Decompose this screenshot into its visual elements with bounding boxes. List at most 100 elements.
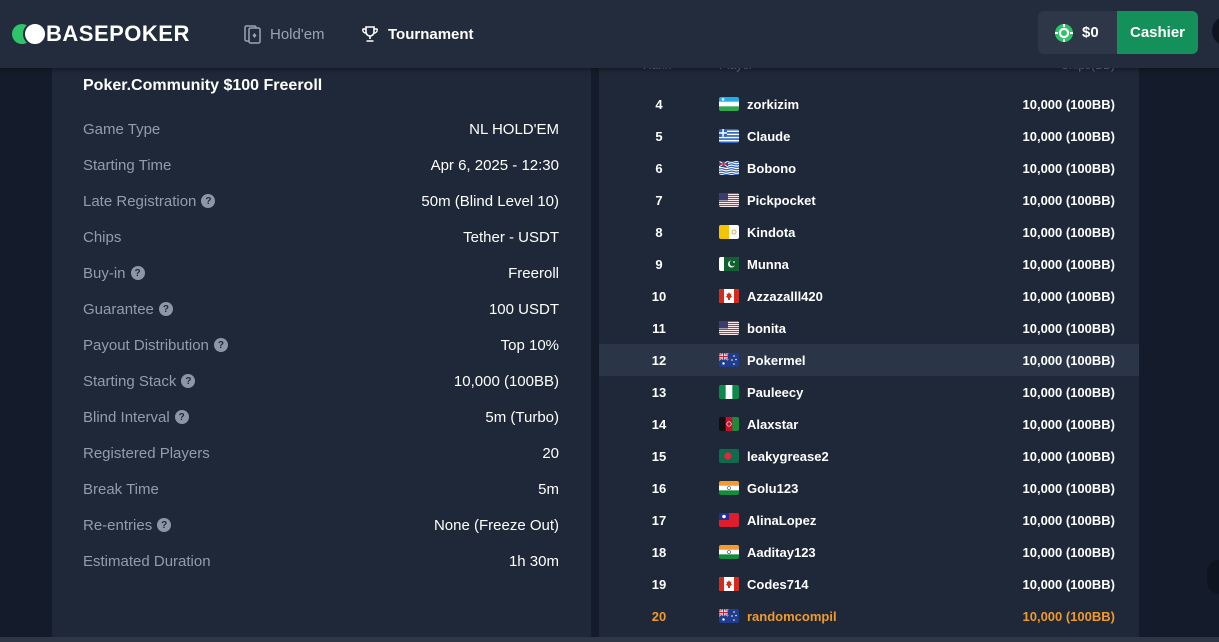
player-name: Codes714 — [747, 576, 809, 592]
player-row[interactable]: 19 Codes714 10,000 (100BB) — [599, 568, 1139, 600]
detail-row: Starting Stack? 10,000 (100BB) — [83, 369, 559, 393]
help-icon[interactable]: ? — [181, 374, 196, 388]
player-row[interactable]: 5 Claude 10,000 (100BB) — [599, 120, 1139, 152]
player-name: Munna — [747, 256, 789, 272]
top-navbar: BASEPOKER Hold'em Tournament $0 Cashier — [0, 0, 1219, 68]
player-chips: 10,000 (100BB) — [1022, 192, 1116, 208]
cashier-button[interactable]: Cashier — [1117, 11, 1198, 54]
logo-mark-icon — [12, 22, 47, 46]
player-name: Alaxstar — [747, 416, 799, 432]
detail-value: 5m — [538, 480, 559, 498]
player-chips: 10,000 (100BB) — [1022, 544, 1116, 560]
player-row[interactable]: 7 Pickpocket 10,000 (100BB) — [599, 184, 1139, 216]
player-row[interactable]: 9 Munna 10,000 (100BB) — [599, 248, 1139, 280]
player-row[interactable]: 13 Pauleecy 10,000 (100BB) — [599, 376, 1139, 408]
detail-row: Chips Tether - USDT — [83, 225, 559, 249]
help-icon[interactable]: ? — [130, 266, 145, 280]
basepoker-logo[interactable]: BASEPOKER — [12, 21, 190, 46]
player-row[interactable]: 18 Aaditay123 10,000 (100BB) — [599, 536, 1139, 568]
wallet-balance[interactable]: $0 — [1038, 11, 1118, 54]
player-name: bonita — [747, 320, 786, 336]
player-name: leakygrease2 — [747, 448, 829, 464]
detail-value: 50m (Blind Level 10) — [421, 192, 559, 210]
detail-row: Payout Distribution? Top 10% — [83, 333, 559, 357]
player-rank: 11 — [652, 320, 666, 336]
help-icon[interactable]: ? — [174, 410, 189, 424]
nav-tournament[interactable]: Tournament — [360, 22, 474, 46]
player-row[interactable]: 17 AlinaLopez 10,000 (100BB) — [599, 504, 1139, 536]
detail-label: Buy-in — [83, 264, 126, 282]
player-row[interactable]: 10 Azzazalll420 10,000 (100BB) — [599, 280, 1139, 312]
detail-label: Re-entries — [83, 516, 153, 534]
player-chips: 10,000 (100BB) — [1022, 224, 1116, 240]
help-icon[interactable]: ? — [201, 194, 216, 208]
player-chips: 10,000 (100BB) — [1022, 352, 1116, 368]
player-chips: 10,000 (100BB) — [1022, 160, 1116, 176]
player-row[interactable]: 16 Golu123 10,000 (100BB) — [599, 472, 1139, 504]
player-name: Kindota — [747, 224, 796, 240]
player-name: Bobono — [747, 160, 797, 176]
player-chips: 10,000 (100BB) — [1022, 576, 1116, 592]
player-row[interactable]: 6 Bobono 10,000 (100BB) — [599, 152, 1139, 184]
detail-value: Freeroll — [508, 264, 559, 282]
poker-chip-icon — [1055, 23, 1073, 42]
player-row[interactable]: 4 zorkizim 10,000 (100BB) — [599, 88, 1139, 120]
tournament-details-panel: Poker.Community $100 Freeroll Game Type N… — [52, 50, 591, 642]
detail-value: NL HOLD'EM — [469, 120, 559, 138]
player-rank: 19 — [651, 576, 667, 592]
player-chips: 10,000 (100BB) — [1022, 320, 1116, 336]
detail-label: Chips — [83, 228, 122, 246]
player-name: Golu123 — [747, 480, 799, 496]
detail-row: Blind Interval? 5m (Turbo) — [83, 405, 559, 429]
detail-value: 100 USDT — [488, 300, 559, 318]
detail-row: Game Type NL HOLD'EM — [83, 117, 559, 141]
player-row[interactable]: 15 leakygrease2 10,000 (100BB) — [599, 440, 1139, 472]
avatar[interactable] — [1212, 16, 1219, 46]
vatican-flag-icon — [719, 225, 739, 239]
player-rank: 7 — [655, 192, 663, 208]
detail-label: Starting Time — [83, 156, 172, 174]
help-icon[interactable]: ? — [157, 518, 172, 532]
detail-label: Game Type — [83, 120, 161, 138]
player-rank: 14 — [651, 416, 667, 432]
player-row[interactable]: 8 Kindota 10,000 (100BB) — [599, 216, 1139, 248]
player-chips: 10,000 (100BB) — [1022, 96, 1116, 112]
bottom-bar — [0, 637, 1219, 642]
detail-row: Re-entries? None (Freeze Out) — [83, 513, 559, 537]
afghanistan-flag-icon — [719, 417, 739, 431]
british-indian-ocean-territory-flag-icon — [719, 161, 739, 175]
nav-holdem-label: Hold'em — [270, 25, 325, 43]
player-rank: 15 — [651, 448, 667, 464]
nigeria-flag-icon — [719, 385, 739, 399]
player-rank: 9 — [655, 256, 663, 272]
player-chips: 10,000 (100BB) — [1022, 128, 1116, 144]
detail-label: Starting Stack — [83, 372, 177, 390]
detail-label: Estimated Duration — [83, 552, 211, 570]
wallet-amount: $0 — [1082, 24, 1099, 41]
scroll-handle[interactable] — [1207, 560, 1219, 594]
india-flag-icon — [719, 481, 739, 495]
detail-row: Estimated Duration 1h 30m — [83, 549, 559, 573]
player-row[interactable]: 14 Alaxstar 10,000 (100BB) — [599, 408, 1139, 440]
detail-value: 10,000 (100BB) — [453, 372, 559, 390]
player-row[interactable]: 11 bonita 10,000 (100BB) — [599, 312, 1139, 344]
player-rank: 16 — [651, 480, 667, 496]
detail-label: Blind Interval — [83, 408, 170, 426]
detail-value: 20 — [542, 444, 559, 462]
australia-flag-icon — [719, 353, 739, 367]
player-row[interactable]: 20 randomcompil 10,000 (100BB) — [599, 600, 1139, 632]
trophy-icon — [362, 26, 378, 42]
help-icon[interactable]: ? — [213, 338, 228, 352]
detail-value: 5m (Turbo) — [485, 408, 559, 426]
bangladesh-flag-icon — [719, 449, 739, 463]
canada-flag-icon — [719, 577, 739, 591]
detail-label: Break Time — [83, 480, 159, 498]
help-icon[interactable]: ? — [158, 302, 173, 316]
detail-value: Top 10% — [500, 336, 559, 354]
player-row[interactable]: 12 Pokermel 10,000 (100BB) — [599, 344, 1139, 376]
detail-label: Late Registration — [83, 192, 197, 210]
detail-row: Starting Time Apr 6, 2025 - 12:30 — [83, 153, 559, 177]
player-name: AlinaLopez — [747, 512, 817, 528]
detail-value: None (Freeze Out) — [433, 516, 559, 534]
nav-holdem[interactable]: Hold'em — [242, 22, 325, 46]
